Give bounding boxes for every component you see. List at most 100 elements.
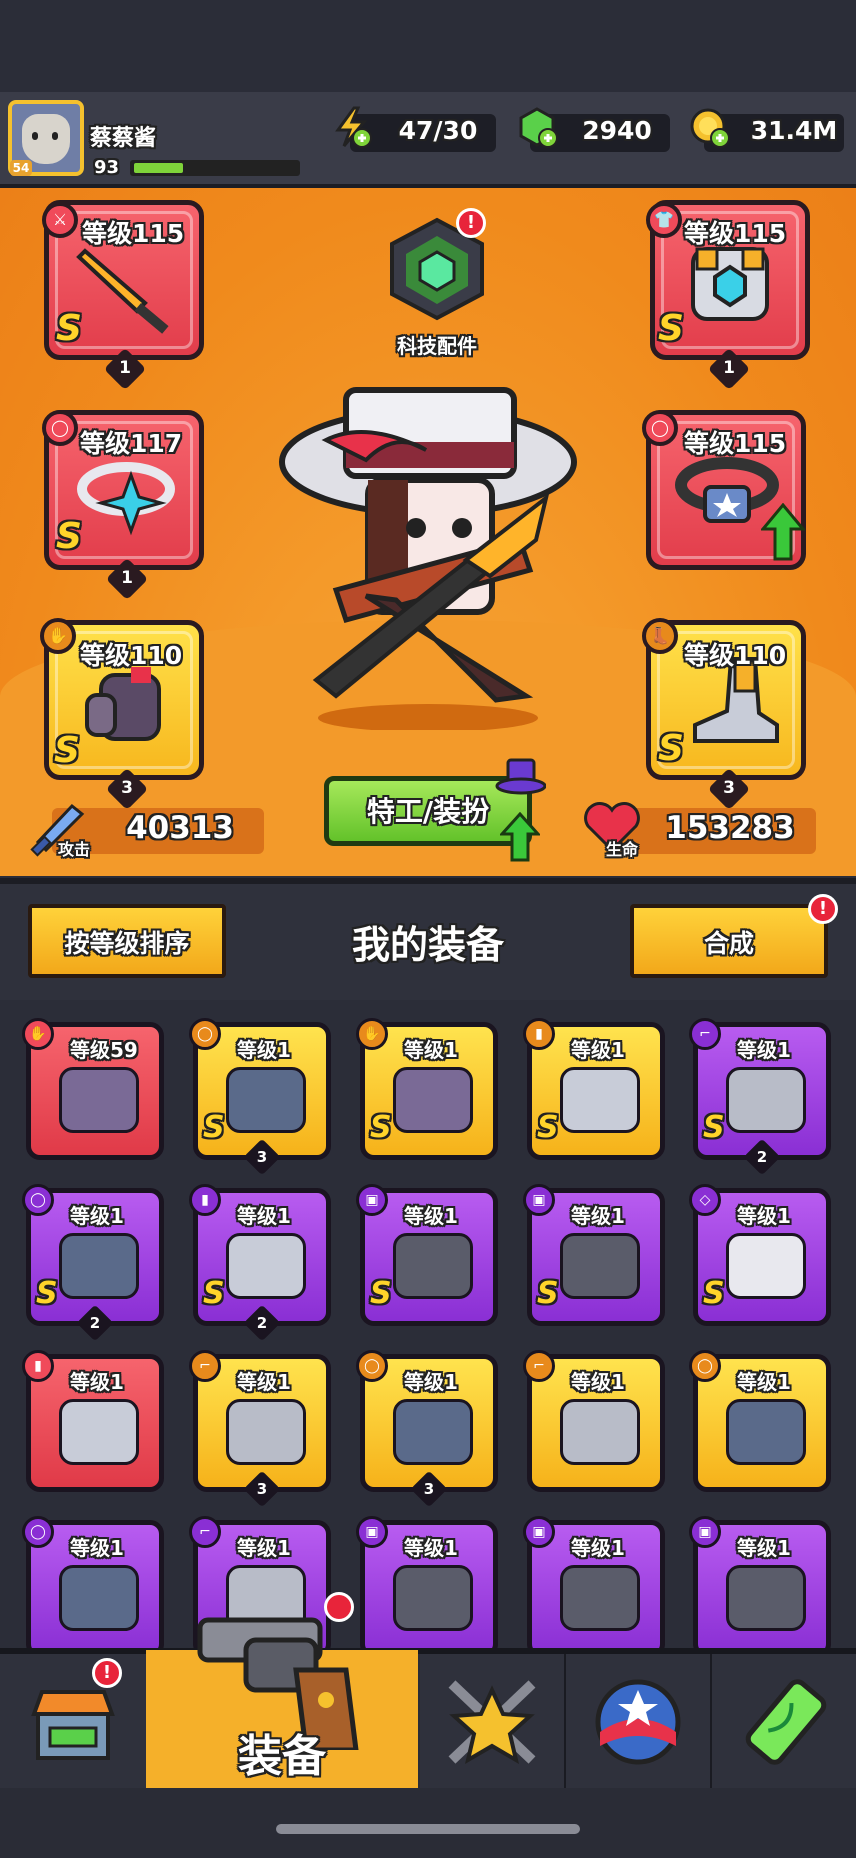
player-name: 蔡蔡酱 xyxy=(90,126,157,151)
inventory-item-stars: 2 xyxy=(756,1148,768,1166)
equipped-boots-level: 等级110 xyxy=(684,641,787,670)
armor-icon xyxy=(393,1233,473,1299)
player-xp-level: 93 xyxy=(94,157,120,178)
nav-tab-shop[interactable] xyxy=(0,1654,149,1788)
attack-value: 40313 xyxy=(126,810,234,846)
inventory-item-level: 等级1 xyxy=(571,1370,625,1394)
inventory-item-level: 等级1 xyxy=(737,1536,791,1560)
belt-icon xyxy=(59,1233,139,1299)
boots-type-icon: ▮ xyxy=(189,1184,221,1216)
equipped-armor-level: 等级115 xyxy=(684,219,787,248)
boots-type-icon: 👢 xyxy=(642,618,678,654)
inventory-item-level: 等级1 xyxy=(237,1038,291,1062)
inventory-item-grade: S xyxy=(36,1276,58,1311)
inventory-item-level: 等级1 xyxy=(237,1370,291,1394)
shop-icon xyxy=(31,1690,115,1760)
inventory-item-stars: 3 xyxy=(423,1480,435,1498)
inventory-item-level: 等级1 xyxy=(237,1204,291,1228)
equipped-glove-level: 等级110 xyxy=(80,641,183,670)
dna-canister-icon xyxy=(745,1679,827,1765)
gem-icon[interactable] xyxy=(516,106,558,148)
hp-value: 153283 xyxy=(665,810,795,846)
glove-type-icon: ✋ xyxy=(356,1018,388,1050)
weapon-type-icon: ⌐ xyxy=(189,1516,221,1548)
inventory-item-level: 等级1 xyxy=(737,1038,791,1062)
ring-icon xyxy=(726,1233,806,1299)
ring-type-icon: ◇ xyxy=(689,1184,721,1216)
glove-icon xyxy=(85,667,161,741)
nav-equipment-label: 装备 xyxy=(238,1731,326,1782)
inventory-item-grade: S xyxy=(703,1276,725,1311)
inventory-item-grade: S xyxy=(203,1110,225,1145)
belt-type-icon: ◯ xyxy=(642,410,678,446)
belt-type-icon: ◯ xyxy=(22,1516,54,1548)
equipped-weapon-stars: 1 xyxy=(119,358,131,378)
inventory-item-level: 等级1 xyxy=(404,1204,458,1228)
weapon-type-icon: ⌐ xyxy=(189,1350,221,1382)
inventory-item-grade: S xyxy=(703,1110,725,1145)
armor-icon xyxy=(726,1565,806,1631)
belt-type-icon: ◯ xyxy=(22,1184,54,1216)
armor-icon xyxy=(560,1565,640,1631)
energy-icon[interactable] xyxy=(330,106,372,148)
glove-icon xyxy=(59,1067,139,1133)
weapon-icon xyxy=(726,1067,806,1133)
equipped-boots-grade: S xyxy=(658,728,684,769)
merge-label: 合成 xyxy=(703,929,754,958)
belt-type-icon: ◯ xyxy=(689,1350,721,1382)
inventory-item-level: 等级1 xyxy=(571,1038,625,1062)
orb-icon xyxy=(595,1679,681,1765)
inventory-item-level: 等级1 xyxy=(404,1370,458,1394)
inventory-item-level: 等级1 xyxy=(737,1370,791,1394)
attack-label: 攻击 xyxy=(58,840,91,859)
equipped-boots-stars: 3 xyxy=(723,778,735,798)
equipped-weapon-grade: S xyxy=(56,308,82,349)
ring-type-icon: ◯ xyxy=(42,410,78,446)
glove-type-icon: ✋ xyxy=(22,1018,54,1050)
equipped-ring-grade: S xyxy=(56,516,82,557)
inventory-item-level: 等级1 xyxy=(571,1536,625,1560)
coin-icon[interactable] xyxy=(688,106,730,148)
belt-type-icon: ◯ xyxy=(356,1350,388,1382)
armor-type-icon: ▣ xyxy=(356,1184,388,1216)
sort-by-level-label: 按等级排序 xyxy=(64,929,190,958)
top-hat-icon xyxy=(495,758,546,795)
belt-icon xyxy=(59,1565,139,1631)
inventory-item-level: 等级1 xyxy=(571,1204,625,1228)
nav-tab-tech[interactable] xyxy=(712,1654,856,1788)
armor-icon xyxy=(393,1565,473,1631)
armor-icon xyxy=(691,247,769,321)
boots-icon xyxy=(59,1399,139,1465)
armor-type-icon: ▣ xyxy=(523,1184,555,1216)
belt-type-icon: ◯ xyxy=(189,1018,221,1050)
tech-part-alert: ! xyxy=(456,208,486,238)
equipped-armor-grade: S xyxy=(658,308,684,349)
inventory-item-grade: S xyxy=(203,1276,225,1311)
inventory-item-level: 等级1 xyxy=(404,1038,458,1062)
belt-icon xyxy=(726,1399,806,1465)
inventory-item-level: 等级1 xyxy=(404,1536,458,1560)
ring-icon xyxy=(77,462,175,536)
belt-icon xyxy=(226,1067,306,1133)
equipped-armor-stars: 1 xyxy=(723,358,735,378)
nav-tab-pets[interactable] xyxy=(566,1654,713,1788)
energy-value: 47/30 xyxy=(398,116,478,145)
nav-tab-heroes[interactable] xyxy=(420,1654,567,1788)
equipped-glove-stars: 3 xyxy=(121,778,133,798)
inventory-item-level: 等级59 xyxy=(70,1038,138,1062)
player-level-badge: 54 xyxy=(10,160,32,176)
inventory-item-stars: 2 xyxy=(256,1314,268,1332)
xp-bar-fill xyxy=(134,163,183,173)
weapon-icon xyxy=(226,1399,306,1465)
armor-icon xyxy=(560,1233,640,1299)
my-equipment-title: 我的装备 xyxy=(351,923,504,967)
armor-type-icon: ▣ xyxy=(689,1516,721,1548)
inventory-item-grade: S xyxy=(370,1110,392,1145)
home-indicator xyxy=(276,1824,580,1834)
inventory-item-stars: 3 xyxy=(256,1480,268,1498)
inventory-item-level: 等级1 xyxy=(70,1370,124,1394)
hp-label: 生命 xyxy=(606,840,639,859)
belt-icon xyxy=(393,1399,473,1465)
weapon-type-icon: ⌐ xyxy=(523,1350,555,1382)
gem-value: 2940 xyxy=(582,116,652,145)
